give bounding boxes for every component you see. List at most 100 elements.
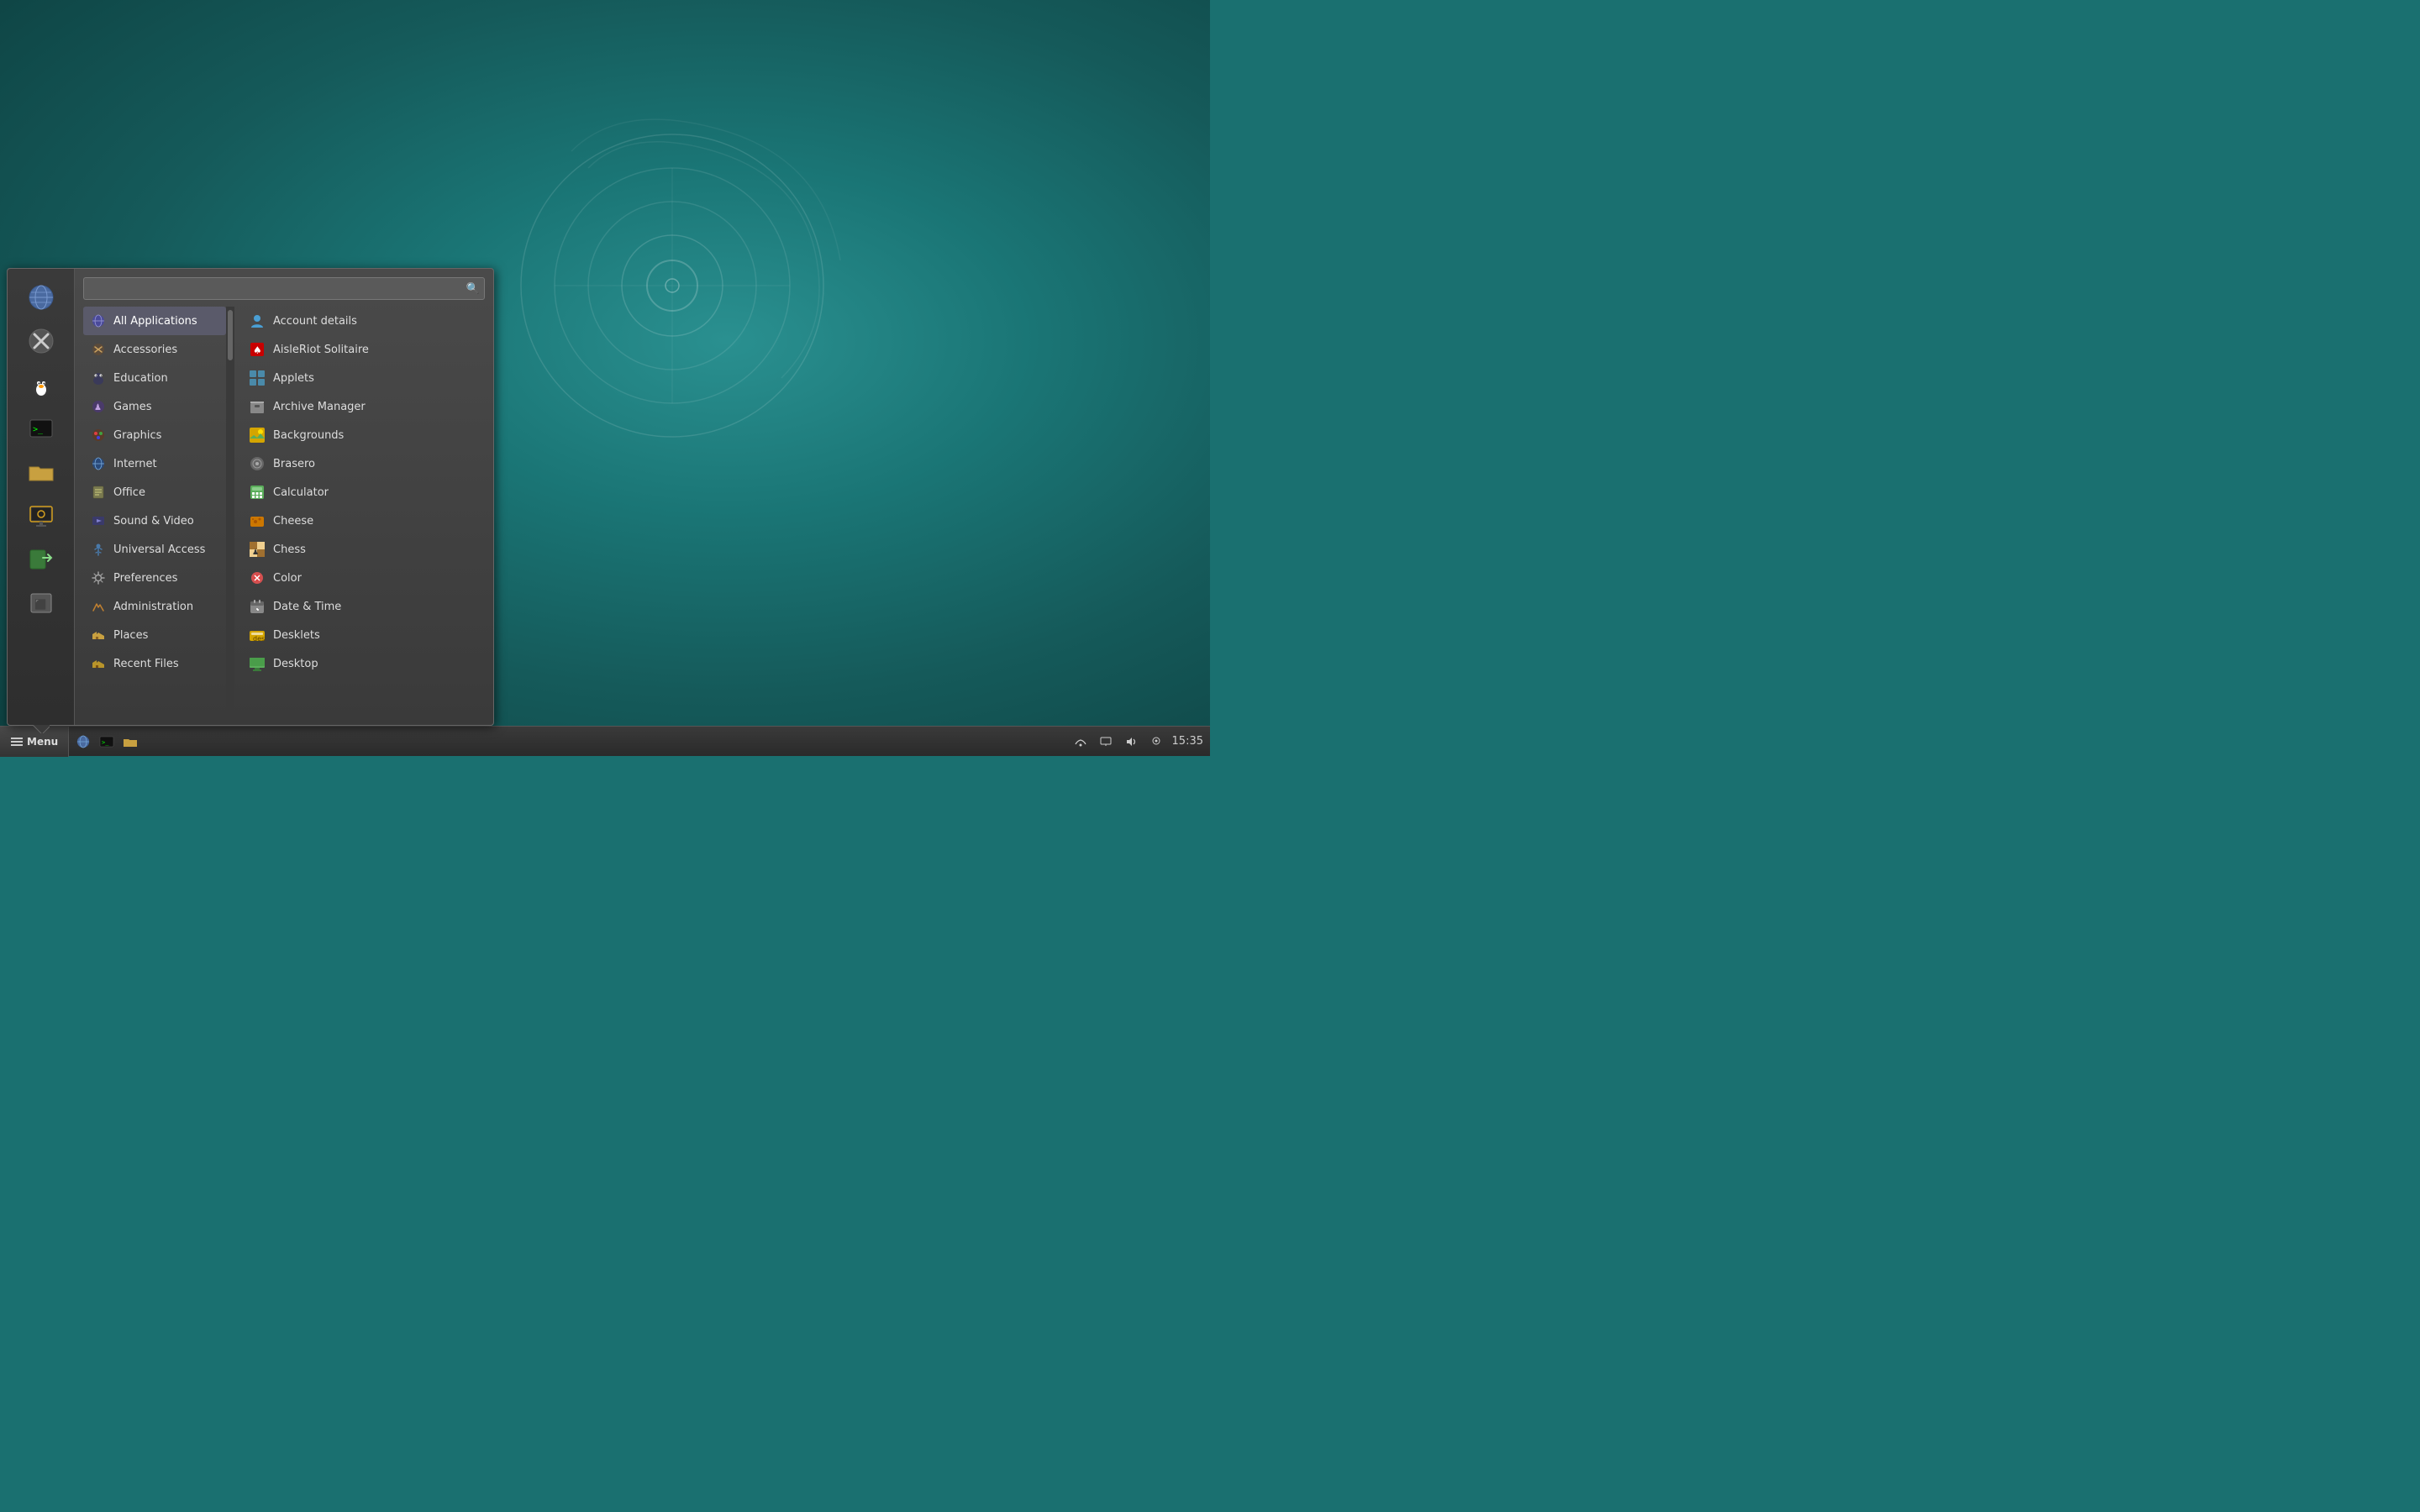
app-applets[interactable]: Applets bbox=[241, 364, 485, 392]
category-icon-all bbox=[90, 312, 107, 329]
taskbar-im-icon[interactable] bbox=[1145, 731, 1167, 753]
app-label-applets: Applets bbox=[273, 372, 314, 385]
category-label-games: Games bbox=[113, 401, 151, 413]
taskbar-icons: >_ bbox=[69, 731, 145, 753]
app-icon-aisleriot: ♠ bbox=[248, 340, 266, 359]
taskbar-terminal-icon[interactable]: >_ bbox=[96, 731, 118, 753]
categories-panel: All Applications Accessories Education bbox=[83, 307, 226, 717]
category-label-administration: Administration bbox=[113, 601, 193, 613]
category-label-sound-video: Sound & Video bbox=[113, 515, 194, 528]
app-archive-manager[interactable]: Archive Manager bbox=[241, 392, 485, 421]
app-desktop[interactable]: Desktop bbox=[241, 649, 485, 678]
app-label-desktop: Desktop bbox=[273, 658, 318, 670]
category-icon-education bbox=[90, 370, 107, 386]
svg-text:♟: ♟ bbox=[252, 549, 259, 557]
app-icon-applets bbox=[248, 369, 266, 387]
category-icon-graphics bbox=[90, 427, 107, 444]
taskbar: Menu >_ 15:35 bbox=[0, 726, 1210, 756]
category-label-places: Places bbox=[113, 629, 148, 642]
menu-right-panel: 🔍 All Applications Accessories bbox=[75, 269, 493, 725]
app-icon-backgrounds bbox=[248, 426, 266, 444]
category-office[interactable]: Office bbox=[83, 478, 226, 507]
menu-columns: All Applications Accessories Education bbox=[83, 307, 485, 717]
category-recent-files[interactable]: Recent Files bbox=[83, 649, 226, 678]
category-icon-sound-video bbox=[90, 512, 107, 529]
category-education[interactable]: Education bbox=[83, 364, 226, 392]
scroll-divider bbox=[226, 307, 234, 717]
sidebar-icon-penguin[interactable] bbox=[21, 365, 61, 405]
taskbar-volume-icon[interactable] bbox=[1120, 731, 1142, 753]
svg-text:>_: >_ bbox=[33, 425, 44, 434]
sidebar-icon-logout[interactable] bbox=[21, 539, 61, 580]
app-label-cheese: Cheese bbox=[273, 515, 313, 528]
search-bar: 🔍 bbox=[83, 277, 485, 300]
category-internet[interactable]: Internet bbox=[83, 449, 226, 478]
category-icon-preferences bbox=[90, 570, 107, 586]
app-menu-popup: >_ ⬛ 🔍 bbox=[7, 268, 494, 726]
app-label-backgrounds: Backgrounds bbox=[273, 429, 344, 442]
category-label-internet: Internet bbox=[113, 458, 157, 470]
svg-text:desklet: desklet bbox=[253, 635, 266, 643]
category-label-preferences: Preferences bbox=[113, 572, 177, 585]
app-icon-calculator bbox=[248, 483, 266, 501]
menu-icon bbox=[10, 735, 24, 748]
app-date-time[interactable]: Date & Time bbox=[241, 592, 485, 621]
sidebar-icon-terminal[interactable]: >_ bbox=[21, 408, 61, 449]
app-label-brasero: Brasero bbox=[273, 458, 315, 470]
app-brasero[interactable]: Brasero bbox=[241, 449, 485, 478]
app-icon-chess: ♟ bbox=[248, 540, 266, 559]
search-icon[interactable]: 🔍 bbox=[466, 282, 480, 295]
app-label-chess: Chess bbox=[273, 543, 306, 556]
category-label-universal-access: Universal Access bbox=[113, 543, 205, 556]
sidebar-icon-folder[interactable] bbox=[21, 452, 61, 492]
category-preferences[interactable]: Preferences bbox=[83, 564, 226, 592]
menu-arrow bbox=[33, 725, 50, 733]
app-label-desklets: Desklets bbox=[273, 629, 320, 642]
svg-text:♟: ♟ bbox=[94, 403, 102, 412]
category-icon-accessories bbox=[90, 341, 107, 358]
category-label-office: Office bbox=[113, 486, 145, 499]
app-account-details[interactable]: Account details bbox=[241, 307, 485, 335]
menu-sidebar: >_ ⬛ bbox=[8, 269, 75, 725]
search-input[interactable] bbox=[83, 277, 485, 300]
taskbar-display-icon[interactable] bbox=[1095, 731, 1117, 753]
app-calculator[interactable]: Calculator bbox=[241, 478, 485, 507]
sidebar-icon-globe[interactable] bbox=[21, 277, 61, 318]
svg-text:>_: >_ bbox=[102, 739, 109, 746]
category-sound-video[interactable]: Sound & Video bbox=[83, 507, 226, 535]
apps-panel: Account details ♠ AisleRiot Solitaire Ap… bbox=[234, 307, 485, 717]
category-icon-recent bbox=[90, 655, 107, 672]
scroll-thumb[interactable] bbox=[228, 310, 233, 360]
sidebar-icon-tools[interactable] bbox=[21, 321, 61, 361]
category-games[interactable]: ♟ Games bbox=[83, 392, 226, 421]
app-aisleriot[interactable]: ♠ AisleRiot Solitaire bbox=[241, 335, 485, 364]
category-all-applications[interactable]: All Applications bbox=[83, 307, 226, 335]
app-chess[interactable]: ♟ Chess bbox=[241, 535, 485, 564]
app-backgrounds[interactable]: Backgrounds bbox=[241, 421, 485, 449]
app-cheese[interactable]: Cheese bbox=[241, 507, 485, 535]
app-desklets[interactable]: desklet Desklets bbox=[241, 621, 485, 649]
category-label-accessories: Accessories bbox=[113, 344, 177, 356]
category-label-education: Education bbox=[113, 372, 168, 385]
category-icon-office bbox=[90, 484, 107, 501]
sidebar-icon-monitor[interactable] bbox=[21, 496, 61, 536]
category-administration[interactable]: Administration bbox=[83, 592, 226, 621]
taskbar-network-icon[interactable] bbox=[1070, 731, 1092, 753]
category-universal-access[interactable]: Universal Access bbox=[83, 535, 226, 564]
taskbar-globe-icon[interactable] bbox=[72, 731, 94, 753]
sidebar-icon-lock[interactable]: ⬛ bbox=[21, 583, 61, 623]
taskbar-folder-icon[interactable] bbox=[119, 731, 141, 753]
app-icon-account-details bbox=[248, 312, 266, 330]
category-accessories[interactable]: Accessories bbox=[83, 335, 226, 364]
category-places[interactable]: Places bbox=[83, 621, 226, 649]
category-label-graphics: Graphics bbox=[113, 429, 161, 442]
app-icon-brasero bbox=[248, 454, 266, 473]
app-label-aisleriot: AisleRiot Solitaire bbox=[273, 344, 369, 356]
app-label-archive-manager: Archive Manager bbox=[273, 401, 366, 413]
category-graphics[interactable]: Graphics bbox=[83, 421, 226, 449]
taskbar-right-icons bbox=[1070, 731, 1167, 753]
app-color[interactable]: Color bbox=[241, 564, 485, 592]
app-label-color: Color bbox=[273, 572, 302, 585]
menu-button-label: Menu bbox=[27, 736, 58, 748]
app-icon-desktop bbox=[248, 654, 266, 673]
